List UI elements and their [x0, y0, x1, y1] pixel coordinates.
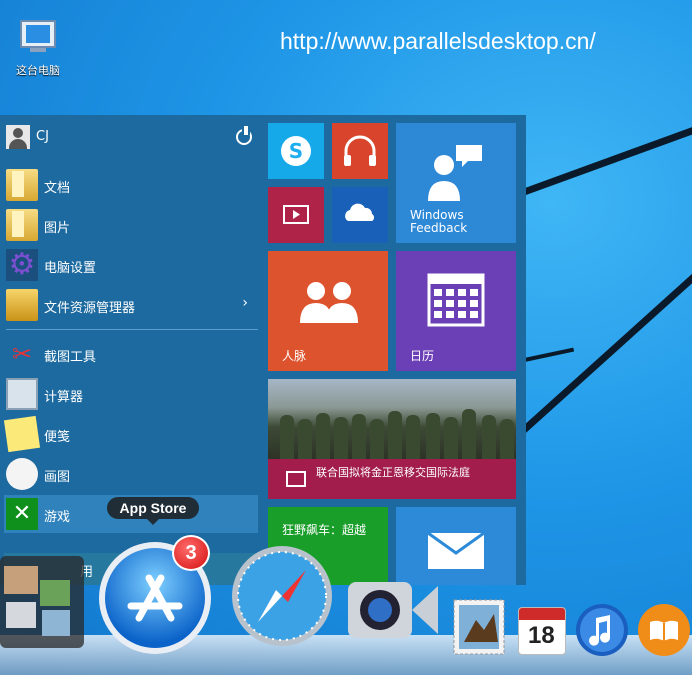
- itunes-icon[interactable]: [574, 602, 630, 658]
- news-icon: [286, 471, 306, 487]
- feedback-person-icon: [428, 145, 482, 201]
- user-name: CJ: [36, 129, 49, 144]
- watermark-url: http://www.parallelsdesktop.cn/: [280, 28, 596, 54]
- cloud-icon: [345, 203, 375, 221]
- this-pc-desktop-icon[interactable]: 这台电脑: [8, 20, 68, 78]
- app-store-tooltip: App Store: [107, 497, 199, 525]
- menu-item-label: 便笺: [44, 430, 71, 445]
- mail-stamp-icon[interactable]: [450, 596, 510, 658]
- app-store-badge: 3: [172, 535, 210, 571]
- games-icon: ✕: [6, 498, 38, 530]
- news-tile[interactable]: 联合国拟将金正恩移交国际法庭: [268, 379, 516, 499]
- menu-item-sticky-notes[interactable]: 便笺: [3, 415, 258, 453]
- people-icon: [300, 282, 358, 323]
- calendar-grid-icon: [427, 273, 485, 327]
- calculator-icon: [6, 378, 38, 410]
- onedrive-tile[interactable]: [332, 187, 388, 243]
- video-tile[interactable]: [268, 187, 324, 243]
- menu-item-documents[interactable]: 文档: [4, 166, 258, 204]
- menu-item-file-explorer[interactable]: 文件资源管理器 ›: [4, 286, 258, 324]
- power-icon[interactable]: [236, 126, 252, 145]
- menu-item-pc-settings[interactable]: ⚙ 电脑设置: [4, 246, 258, 284]
- menu-item-label: 文件资源管理器: [44, 301, 136, 316]
- this-pc-label: 这台电脑: [16, 64, 60, 77]
- safari-icon[interactable]: [228, 542, 336, 650]
- snipping-tool-icon: ✂: [11, 340, 33, 368]
- start-menu: CJ 文档 图片 ⚙ 电脑设置 文件资源管理器 › ✂ 截图工具 计算器 便笺 …: [0, 115, 526, 585]
- wallpaper-line: [518, 111, 692, 197]
- mac-dock: 18: [0, 542, 692, 675]
- sticky-notes-icon: [3, 415, 41, 453]
- menu-item-snipping-tool[interactable]: ✂ 截图工具: [4, 335, 258, 373]
- menu-item-label: 截图工具: [44, 350, 97, 365]
- calendar-day: 18: [528, 622, 555, 649]
- menu-item-label: 图片: [44, 221, 71, 236]
- music-tile[interactable]: [332, 123, 388, 179]
- calendar-label: 日历: [410, 349, 435, 363]
- menu-item-label: 计算器: [44, 390, 84, 405]
- monitor-icon: [20, 20, 56, 48]
- windows-feedback-tile[interactable]: Windows Feedback: [396, 123, 516, 243]
- calendar-tile[interactable]: 日历: [396, 251, 516, 371]
- menu-item-label: 游戏: [44, 510, 71, 525]
- ibooks-icon[interactable]: [636, 602, 692, 658]
- chevron-right-icon[interactable]: ›: [242, 295, 248, 311]
- user-avatar-icon: [6, 125, 30, 149]
- menu-item-paint[interactable]: 画图: [4, 455, 258, 493]
- menu-item-label: 文档: [44, 181, 71, 196]
- documents-folder-icon: [6, 169, 38, 201]
- feedback-label-line2: Feedback: [410, 221, 468, 235]
- menu-item-label: 电脑设置: [44, 261, 97, 276]
- calendar-icon[interactable]: 18: [518, 607, 566, 655]
- people-label: 人脉: [282, 349, 307, 363]
- pc-settings-gear-icon: ⚙: [6, 249, 38, 281]
- menu-item-calculator[interactable]: 计算器: [4, 375, 258, 413]
- paint-icon: [6, 458, 38, 490]
- user-account[interactable]: CJ: [0, 121, 262, 151]
- stacks-icon[interactable]: [0, 556, 84, 648]
- file-explorer-icon: [6, 289, 38, 321]
- skype-icon: S: [281, 136, 311, 166]
- pictures-folder-icon: [6, 209, 38, 241]
- menu-item-pictures[interactable]: 图片: [4, 206, 258, 244]
- games-tile-label: 狂野飙车：超越: [282, 523, 367, 537]
- people-tile[interactable]: 人脉: [268, 251, 388, 371]
- news-photo: [268, 379, 516, 459]
- menu-item-label: 画图: [44, 470, 71, 485]
- skype-tile[interactable]: S: [268, 123, 324, 179]
- news-headline: 联合国拟将金正恩移交国际法庭: [316, 466, 470, 479]
- menu-divider: [6, 329, 258, 330]
- headphones-icon: [344, 135, 376, 166]
- video-icon: [283, 205, 309, 224]
- facetime-icon[interactable]: [346, 578, 442, 642]
